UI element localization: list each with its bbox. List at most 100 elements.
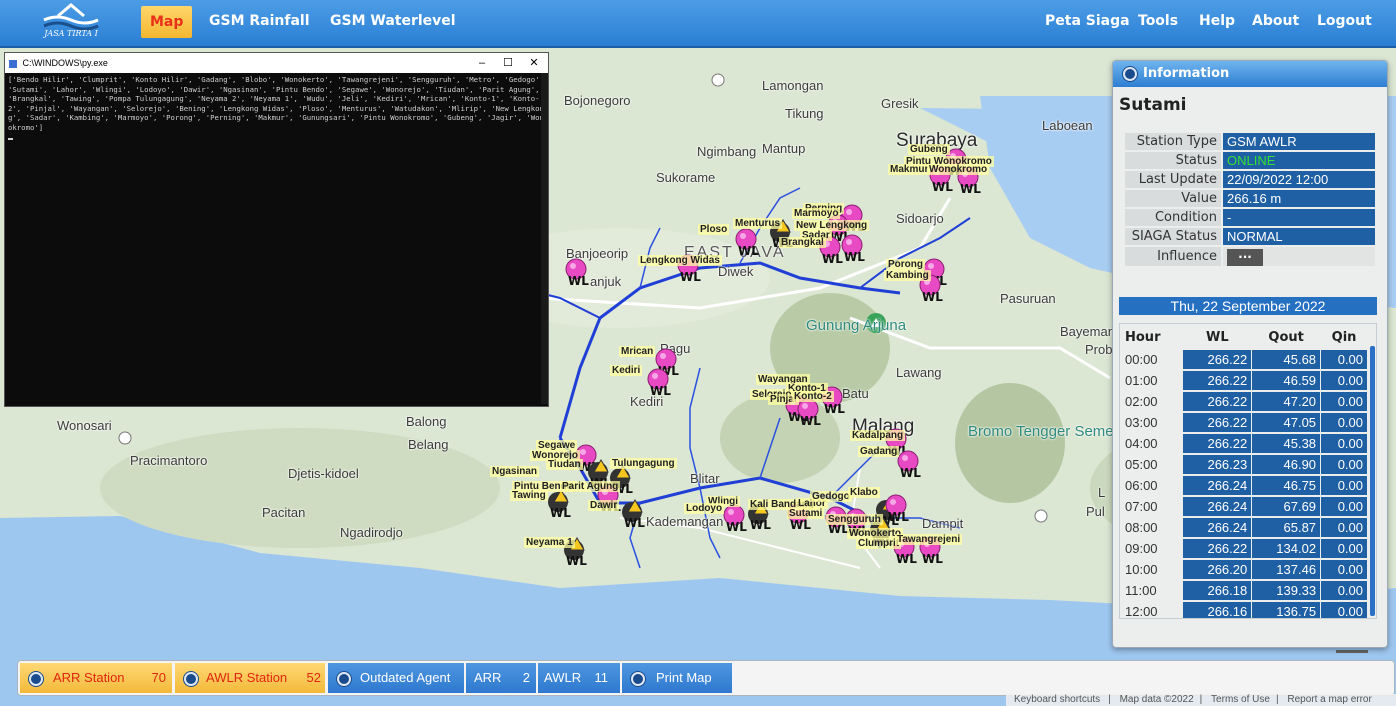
nav-help[interactable]: Help xyxy=(1190,0,1244,42)
arr-station-toggle[interactable]: ARR Station 70 xyxy=(20,663,172,693)
hour-cell: 04:00 xyxy=(1125,436,1158,451)
information-header[interactable]: Information xyxy=(1113,61,1387,87)
arr-warning-marker[interactable]: WL xyxy=(546,488,572,522)
prop-key: Influence xyxy=(1125,247,1221,266)
hourly-row: 04:00 266.22 45.38 0.00 xyxy=(1121,434,1367,453)
hourly-table-container[interactable]: Hour WL Qout Qin 00:00 266.22 45.68 0.00 01:… xyxy=(1119,323,1377,619)
qin-cell: 0.00 xyxy=(1321,350,1367,369)
arr-warning-marker[interactable]: WL xyxy=(620,498,646,532)
hourly-row: 07:00 266.24 67.69 0.00 xyxy=(1121,497,1367,516)
print-map-button[interactable]: Print Map xyxy=(622,663,732,693)
prop-value: 266.16 m xyxy=(1223,190,1375,207)
prop-row-value: Value 266.16 m xyxy=(1125,190,1375,207)
nav-gsm-waterlevel[interactable]: GSM Waterlevel xyxy=(321,0,465,42)
hour-cell: 12:00 xyxy=(1125,604,1158,619)
status-badge: ONLINE xyxy=(1223,152,1375,169)
outdated-arr-label: ARR xyxy=(474,670,502,685)
outdated-agent-toggle[interactable]: Outdated Agent xyxy=(328,663,464,693)
wl-cell: 266.18 xyxy=(1183,581,1252,600)
wl-cell: 266.23 xyxy=(1183,455,1252,474)
hourly-row: 02:00 266.22 47.20 0.00 xyxy=(1121,392,1367,411)
awlr-station-marker[interactable]: WL xyxy=(896,450,922,484)
nav-gsm-rainfall[interactable]: GSM Rainfall xyxy=(200,0,319,42)
station-label-ploso: Ploso xyxy=(698,224,730,235)
hourly-scrollbar[interactable] xyxy=(1370,346,1375,616)
place-diwek: Diwek xyxy=(718,264,754,279)
outdated-awlr-label: AWLR xyxy=(544,670,582,685)
place-gresik: Gresik xyxy=(881,96,919,111)
logo-waves-icon xyxy=(43,3,99,31)
outdated-arr[interactable]: ARR 2 xyxy=(466,663,536,693)
qout-cell: 139.33 xyxy=(1252,581,1321,600)
col-qin: Qin xyxy=(1331,329,1357,345)
map-credits: Keyboard shortcuts | Map data ©2022 | Term… xyxy=(1006,694,1396,706)
prop-key: Status xyxy=(1125,152,1221,169)
terms-link[interactable]: Terms of Use xyxy=(1205,694,1276,705)
hourly-header-row: Hour WL Qout Qin xyxy=(1121,326,1367,348)
awlr-station-marker[interactable]: WL xyxy=(796,398,822,432)
console-titlebar[interactable]: C:\WINDOWS\py.exe – ☐ ✕ xyxy=(5,53,548,73)
close-icon[interactable]: ✕ xyxy=(521,53,547,73)
report-error-link[interactable]: Report a map error xyxy=(1281,694,1377,705)
nav-map[interactable]: Map xyxy=(141,6,193,38)
qout-cell: 46.59 xyxy=(1252,371,1321,390)
place-mantup: Mantup xyxy=(762,141,806,156)
qout-cell: 45.68 xyxy=(1252,350,1321,369)
keyboard-shortcuts-link[interactable]: Keyboard shortcuts xyxy=(1006,694,1108,705)
nav-tools[interactable]: Tools xyxy=(1129,0,1187,42)
date-band: Thu, 22 September 2022 xyxy=(1119,297,1377,315)
hour-cell: 11:00 xyxy=(1125,583,1157,598)
awlr-station-marker[interactable]: WL xyxy=(734,228,760,262)
svg-text:WL: WL xyxy=(726,520,747,534)
nav-logout[interactable]: Logout xyxy=(1308,0,1381,42)
station-label-lodoyo: Lodoyo xyxy=(684,503,725,514)
station-name: Sutami xyxy=(1119,95,1187,115)
svg-text:WL: WL xyxy=(650,384,671,398)
station-label-kediri: Kediri xyxy=(610,365,643,376)
outdated-awlr[interactable]: AWLR 11 xyxy=(538,663,620,693)
wl-cell: 266.24 xyxy=(1183,518,1252,537)
station-label-gadang: Gadang xyxy=(858,446,900,457)
map-data-text: Map data ©2022 xyxy=(1119,694,1194,705)
maximize-icon[interactable]: ☐ xyxy=(495,53,521,73)
qout-cell: 47.20 xyxy=(1252,392,1321,411)
awlr-station-toggle[interactable]: AWLR Station 52 xyxy=(175,663,325,693)
place-pracimantoro: Pracimantoro xyxy=(130,453,208,468)
console-scrollbar[interactable] xyxy=(541,73,548,404)
prop-row-status: Status ONLINE xyxy=(1125,152,1375,169)
svg-text:WL: WL xyxy=(922,552,943,566)
influence-button[interactable]: ... xyxy=(1227,248,1263,266)
place-balong: Balong xyxy=(406,414,447,429)
prop-key: Condition xyxy=(1125,209,1221,226)
awlr-station-marker[interactable]: WL xyxy=(646,368,672,402)
radio-icon xyxy=(29,672,43,686)
svg-text:WL: WL xyxy=(624,516,645,528)
qin-cell: 0.00 xyxy=(1321,602,1367,618)
station-label-kambing: Kambing xyxy=(884,270,931,281)
svg-text:WL: WL xyxy=(790,518,811,532)
prop-value: - xyxy=(1223,209,1375,226)
station-label-dawir: Dawir xyxy=(588,500,620,511)
wl-cell: 266.22 xyxy=(1183,413,1252,432)
station-label-neyama-1: Neyama 1 xyxy=(524,537,575,548)
station-label-kadalpang: Kadalpang xyxy=(850,430,906,441)
hourly-rows: 00:00 266.22 45.68 0.00 01:00 266.22 46.59 0.00… xyxy=(1121,350,1367,619)
svg-text:WL: WL xyxy=(550,506,571,518)
nav-peta-siaga[interactable]: Peta Siaga xyxy=(1036,0,1139,42)
prop-key: Value xyxy=(1125,190,1221,207)
qin-cell: 0.00 xyxy=(1321,371,1367,390)
map-scale-bar xyxy=(1336,650,1368,653)
jasa-tirta-logo[interactable]: JASA TIRTA I xyxy=(30,2,112,42)
arr-station-label: ARR Station xyxy=(53,670,125,685)
minimize-icon[interactable]: – xyxy=(469,53,495,73)
python-console-window[interactable]: C:\WINDOWS\py.exe – ☐ ✕ ['Bendo Hilir', … xyxy=(4,52,549,407)
station-label-porong: Porong xyxy=(886,259,925,270)
svg-text:WL: WL xyxy=(824,402,845,416)
nav-about[interactable]: About xyxy=(1243,0,1308,42)
console-title: C:\WINDOWS\py.exe xyxy=(22,58,108,68)
awlr-station-marker[interactable]: WL xyxy=(840,234,866,268)
wl-cell: 266.22 xyxy=(1183,434,1252,453)
awlr-station-marker[interactable]: WL xyxy=(564,258,590,292)
awlr-station-count: 52 xyxy=(306,670,321,685)
awlr-station-marker[interactable]: WL xyxy=(722,504,748,538)
